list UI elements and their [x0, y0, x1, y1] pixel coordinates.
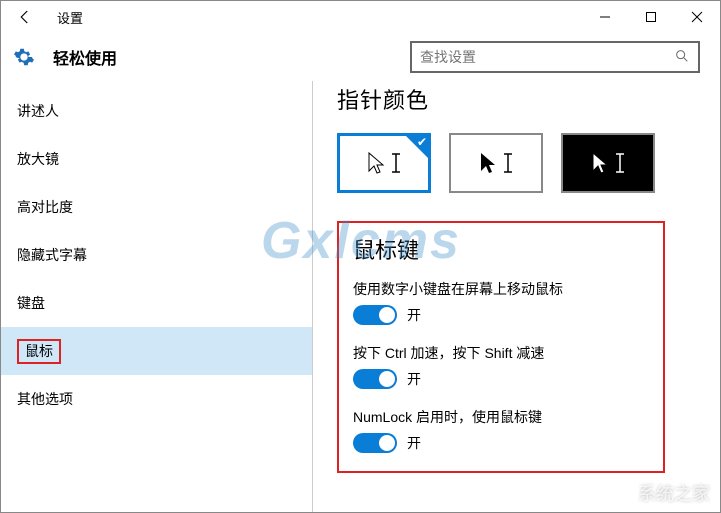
sidebar-item-mouse[interactable]: 鼠标	[1, 327, 312, 375]
setting-label: NumLock 启用时，使用鼠标键	[353, 407, 649, 427]
sidebar-item-other-options[interactable]: 其他选项	[1, 375, 312, 423]
toggle-state: 开	[407, 369, 421, 389]
back-button[interactable]	[1, 1, 49, 33]
gear-icon	[13, 46, 35, 68]
titlebar: 设置	[1, 1, 720, 33]
sidebar-item-narrator[interactable]: 讲述人	[1, 87, 312, 135]
setting-label: 使用数字小键盘在屏幕上移动鼠标	[353, 279, 649, 299]
arrow-left-icon	[16, 8, 34, 26]
sidebar-item-magnifier[interactable]: 放大镜	[1, 135, 312, 183]
toggle-row: 开	[353, 369, 649, 389]
sidebar: 讲述人 放大镜 高对比度 隐藏式字幕 键盘 鼠标 其他选项	[1, 81, 313, 512]
home-icon	[604, 482, 632, 504]
cursor-ibeam-icon	[391, 151, 401, 175]
mouse-keys-section: 鼠标键 使用数字小键盘在屏幕上移动鼠标 开 按下 Ctrl 加速，按下 Shif…	[337, 221, 665, 473]
sidebar-item-label: 键盘	[17, 293, 45, 313]
main-panel: 指针颜色 ✔ 鼠标键 使用数字小键盘在屏幕上移动鼠标 开	[313, 81, 720, 512]
maximize-icon	[645, 11, 657, 23]
window-controls	[582, 1, 720, 33]
sidebar-item-high-contrast[interactable]: 高对比度	[1, 183, 312, 231]
pointer-option-white[interactable]: ✔	[337, 133, 431, 193]
cursor-arrow-icon	[591, 151, 609, 175]
search-input[interactable]	[420, 49, 674, 65]
mouse-keys-title: 鼠标键	[353, 233, 649, 265]
maximize-button[interactable]	[628, 1, 674, 33]
pointer-option-black[interactable]	[449, 133, 543, 193]
toggle-mouse-keys[interactable]	[353, 305, 397, 325]
toggle-state: 开	[407, 305, 421, 325]
page-title: 轻松使用	[53, 45, 117, 69]
footer-watermark: 系统之家	[604, 480, 710, 506]
cursor-ibeam-icon	[615, 151, 625, 175]
check-icon: ✔	[417, 135, 427, 149]
cursor-arrow-icon	[367, 151, 385, 175]
sidebar-item-label: 隐藏式字幕	[17, 245, 87, 265]
pointer-option-inverted[interactable]	[561, 133, 655, 193]
search-icon	[674, 48, 690, 67]
content: 讲述人 放大镜 高对比度 隐藏式字幕 键盘 鼠标 其他选项 指针颜色 ✔ 鼠标	[1, 81, 720, 512]
close-icon	[691, 11, 703, 23]
toggle-row: 开	[353, 305, 649, 325]
sidebar-item-keyboard[interactable]: 键盘	[1, 279, 312, 327]
search-box[interactable]	[410, 41, 700, 73]
toggle-ctrl-shift-speed[interactable]	[353, 369, 397, 389]
sidebar-item-label: 放大镜	[17, 149, 59, 169]
sidebar-item-closed-captions[interactable]: 隐藏式字幕	[1, 231, 312, 279]
minimize-icon	[599, 11, 611, 23]
cursor-ibeam-icon	[503, 151, 513, 175]
header: 轻松使用	[1, 33, 720, 81]
setting-label: 按下 Ctrl 加速，按下 Shift 减速	[353, 343, 649, 363]
pointer-color-row: ✔	[337, 133, 696, 193]
close-button[interactable]	[674, 1, 720, 33]
sidebar-item-label: 高对比度	[17, 197, 73, 217]
window-title: 设置	[57, 8, 83, 27]
pointer-color-title: 指针颜色	[337, 83, 696, 115]
toggle-state: 开	[407, 433, 421, 453]
cursor-arrow-icon	[479, 151, 497, 175]
toggle-numlock[interactable]	[353, 433, 397, 453]
sidebar-item-label: 其他选项	[17, 389, 73, 409]
toggle-row: 开	[353, 433, 649, 453]
sidebar-item-label: 讲述人	[17, 101, 59, 121]
sidebar-item-label: 鼠标	[17, 339, 61, 364]
minimize-button[interactable]	[582, 1, 628, 33]
